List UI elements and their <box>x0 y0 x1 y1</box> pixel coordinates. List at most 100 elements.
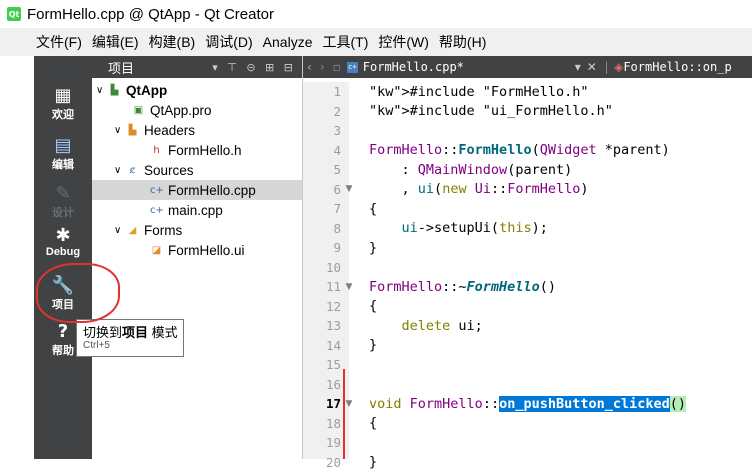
panel-tools[interactable]: ▾ ⊤ ⊝ ⊞ ⊟ <box>212 61 296 74</box>
headers-folder-icon: ▙ <box>128 124 137 136</box>
code-text: ui->setupUi(this); <box>401 220 548 236</box>
code-line[interactable]: 17 ▼ void FormHello::on_pushButton_clicked… <box>303 394 752 413</box>
code-line[interactable]: 20} <box>303 453 752 472</box>
code-line[interactable]: 16 <box>303 375 752 394</box>
nav-back-icon[interactable]: ‹ <box>307 60 312 74</box>
line-number: 18 <box>325 415 341 431</box>
line-number: 4 <box>333 142 341 158</box>
fold-marker-icon[interactable]: ▼ <box>341 184 357 194</box>
line-number: 7 <box>333 201 341 216</box>
menu-help[interactable]: 帮助(H) <box>439 32 486 52</box>
line-number: 10 <box>325 259 341 275</box>
tree-item-main-cpp[interactable]: c+ main.cpp <box>92 200 302 220</box>
help-icon: ? <box>57 321 69 342</box>
line-number: 6 <box>333 181 341 197</box>
mode-welcome[interactable]: ▦ 欢迎 <box>34 86 92 122</box>
code-text: "kw">#include "FormHello.h" <box>369 83 589 100</box>
menu-controls[interactable]: 控件(W) <box>378 32 429 52</box>
nav-forward-icon[interactable]: › <box>320 60 325 74</box>
chevron-down-icon[interactable]: ∨ <box>114 165 126 176</box>
code-line[interactable]: 10 <box>303 258 752 277</box>
code-text: FormHello::FormHello(QWidget *parent) <box>369 142 670 158</box>
tree-item-forms[interactable]: ∨ ◢ Forms <box>92 220 302 240</box>
cpp-file-icon: c+ <box>346 61 358 73</box>
code-text: { <box>369 298 378 314</box>
menu-debug[interactable]: 调试(D) <box>205 32 252 52</box>
menu-build[interactable]: 构建(B) <box>149 32 196 52</box>
line-number: 9 <box>333 240 341 255</box>
tree-item-sources[interactable]: ∨ ȼ Sources <box>92 160 302 180</box>
mode-edit[interactable]: ▤ 编辑 <box>34 136 92 172</box>
code-text: } <box>369 454 378 470</box>
mode-design[interactable]: ✎ 设计 <box>34 184 92 220</box>
window-title: FormHello.cpp @ QtApp - Qt Creator <box>27 5 274 23</box>
menu-file[interactable]: 文件(F) <box>36 32 82 52</box>
line-number: 19 <box>325 435 341 450</box>
code-line[interactable]: 15 <box>303 355 752 374</box>
line-number: 15 <box>325 357 341 372</box>
code-line[interactable]: 13 delete ui; <box>303 316 752 335</box>
lock-icon: ▫ <box>332 60 341 74</box>
sources-folder-icon: ȼ <box>129 164 136 176</box>
line-number: 17 <box>325 396 341 411</box>
ui-file-icon: ◪ <box>151 244 162 256</box>
editor-toolbar: ‹ › ▫ c+ FormHello.cpp* ▾ ✕ | ◈ FormHell… <box>303 56 752 78</box>
project-tree: ∨ ▙ QtApp ▣ QtApp.pro ∨ ▙ Headers h Form… <box>92 80 302 260</box>
code-text: { <box>369 200 378 217</box>
code-line[interactable]: 18 { <box>303 414 752 433</box>
line-number: 11 <box>325 279 341 294</box>
project-panel-header: 项目 ▾ ⊤ ⊝ ⊞ ⊟ <box>92 56 302 78</box>
code-text: { <box>369 415 378 431</box>
code-line[interactable]: 12 { <box>303 297 752 316</box>
close-icon[interactable]: ✕ <box>587 60 597 74</box>
chevron-down-icon[interactable]: ∨ <box>114 225 126 236</box>
code-line[interactable]: 4 FormHello::FormHello(QWidget *parent) <box>303 141 752 160</box>
file-tab[interactable]: FormHello.cpp* <box>363 60 575 74</box>
tree-item-qtapp[interactable]: ∨ ▙ QtApp <box>92 80 302 100</box>
line-number: 5 <box>333 162 341 177</box>
tree-item-formhello-ui[interactable]: ◪ FormHello.ui <box>92 240 302 260</box>
line-number: 20 <box>325 454 341 470</box>
annotation-circle <box>36 263 120 323</box>
code-line[interactable]: 1 "kw">#include "FormHello.h" <box>303 82 752 101</box>
project-panel: 项目 ▾ ⊤ ⊝ ⊞ ⊟ ∨ ▙ QtApp ▣ QtApp.pro ∨ ▙ H… <box>92 56 302 459</box>
code-line[interactable]: 6 ▼ , ui(new Ui::FormHello) <box>303 180 752 199</box>
mode-tooltip: 切换到项目 模式 Ctrl+5 <box>76 319 184 357</box>
tooltip-shortcut: Ctrl+5 <box>83 340 110 351</box>
line-number: 1 <box>333 84 341 99</box>
mode-debug[interactable]: ✱ Debug <box>34 226 92 259</box>
code-line[interactable]: 9} <box>303 238 752 257</box>
menu-analyze[interactable]: Analyze <box>263 34 313 50</box>
code-line[interactable]: 14} <box>303 336 752 355</box>
code-editor[interactable]: ‹ › ▫ c+ FormHello.cpp* ▾ ✕ | ◈ FormHell… <box>302 56 752 470</box>
code-text: delete ui; <box>401 317 483 334</box>
tree-item-formhello-cpp[interactable]: c+ FormHello.cpp <box>92 180 302 200</box>
code-line[interactable]: 7{ <box>303 199 752 218</box>
tree-item-pro[interactable]: ▣ QtApp.pro <box>92 100 302 120</box>
fold-marker-icon[interactable]: ▼ <box>341 282 357 292</box>
code-line[interactable]: 19 <box>303 433 752 452</box>
code-line[interactable]: 2 "kw">#include "ui_FormHello.h" <box>303 102 752 121</box>
symbol-selector[interactable]: FormHello::on_p <box>623 60 731 74</box>
code-line[interactable]: 3 <box>303 121 752 140</box>
chevron-down-icon[interactable]: ∨ <box>96 85 108 96</box>
code-line[interactable]: 8 ui->setupUi(this); <box>303 219 752 238</box>
line-number: 2 <box>333 103 341 119</box>
menu-tools[interactable]: 工具(T) <box>322 32 368 52</box>
document-icon: ▤ <box>54 135 72 156</box>
menu-edit[interactable]: 编辑(E) <box>92 32 139 52</box>
tree-item-formhello-h[interactable]: h FormHello.h <box>92 140 302 160</box>
line-number: 12 <box>325 298 341 314</box>
chevron-down-icon[interactable]: ∨ <box>114 125 126 136</box>
symbol-icon: ◈ <box>614 60 624 74</box>
dropdown-icon[interactable]: ▾ <box>575 60 581 74</box>
code-text: void FormHello::on_pushButton_clicked() <box>369 395 687 412</box>
line-number: 13 <box>325 318 341 333</box>
cpp-file-icon: c+ <box>150 204 164 216</box>
tree-item-headers[interactable]: ∨ ▙ Headers <box>92 120 302 140</box>
cpp-file-icon: c+ <box>150 184 164 196</box>
code-line[interactable]: 5 : QMainWindow(parent) <box>303 160 752 179</box>
modified-line-marker <box>343 369 345 459</box>
code-line[interactable]: 11 ▼ FormHello::~FormHello() <box>303 277 752 296</box>
code-text: } <box>369 239 378 256</box>
